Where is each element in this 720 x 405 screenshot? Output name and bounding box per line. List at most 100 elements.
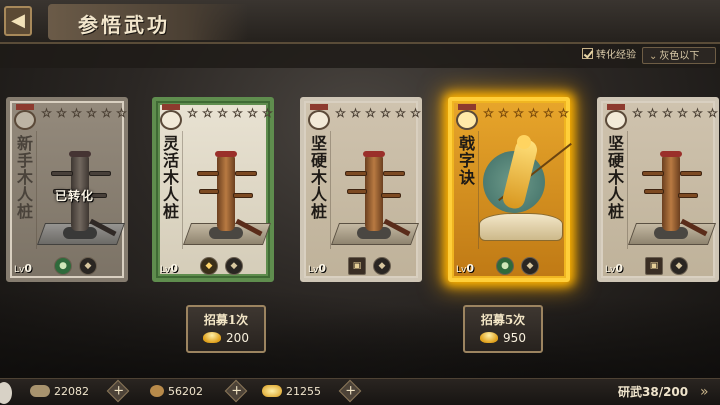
wooden-dummy-art: 已转化 [36,131,126,249]
star-icon: ☆ [247,106,258,120]
rank-badge-icon [456,104,478,130]
card-name: 戟字诀 [456,135,475,186]
rank-badge-icon [308,104,330,130]
level-value: 0 [466,262,474,275]
skill-card[interactable]: ☆ ☆ ☆ ☆ ☆ ☆ 坚硬木人桩 Lv0 ▣ ◆ [300,97,422,282]
card-icons: ◆ ◆ [200,257,243,275]
recruit-cost-value: 200 [226,331,249,345]
convert-exp-checkbox[interactable]: 转化经验 [582,47,636,64]
star-rating: ☆ ☆ ☆ ☆ ☆ ☆ [40,106,128,120]
scroll-icon [30,385,50,397]
star-icon: ☆ [692,106,703,120]
gold-ingot-icon [262,385,282,397]
level-prefix: Lv [160,265,171,275]
star-icon: ☆ [647,106,658,120]
skill-card[interactable]: ☆ ☆ ☆ ☆ ☆ ☆ 新手木人桩 已转化 Lv0 ● ◆ [6,97,128,282]
star-icon: ☆ [262,106,273,120]
recruit-cost-value: 950 [503,331,526,345]
star-icon: ☆ [101,106,112,120]
resource-ingot: 21255 [262,383,321,401]
star-rating: ☆ ☆ ☆ ☆ ☆ ☆ [334,106,422,120]
tile-icon: ▣ [348,257,366,275]
gold-ingot-icon [480,332,499,343]
star-icon: ☆ [335,106,346,120]
star-icon: ☆ [187,106,198,120]
spear-figure-art [478,131,572,249]
level-prefix: Lv [605,265,616,275]
level-label: Lv0 [160,262,178,275]
resource-value: 22082 [54,385,89,398]
gold-ingot-icon: ◆ [79,257,97,275]
checkbox-icon[interactable] [582,48,593,59]
card-icons: ▣ ◆ [645,257,688,275]
card-icons: ● ◆ [496,257,539,275]
plus-icon: + [230,383,242,399]
recruit-five-button[interactable]: 招募5次 950 [463,305,543,353]
level-value: 0 [170,262,178,275]
level-value: 0 [24,262,32,275]
rank-badge-icon [14,104,36,130]
gold-ingot-icon: ◆ [373,257,391,275]
star-icon: ☆ [116,106,127,120]
recruit-label: 招募1次 [203,313,249,327]
recruit-cost: 200 [188,331,264,345]
gold-ingot-icon: ◆ [200,257,218,275]
capacity-counter: 研武38/200 [618,385,689,399]
converted-label: 已转化 [55,189,95,203]
chevron-down-icon: ⌄ [649,51,658,62]
gold-ingot-icon: ◆ [521,257,539,275]
recruit-once-button[interactable]: 招募1次 200 [186,305,266,353]
star-icon: ☆ [202,106,213,120]
star-icon: ☆ [662,106,673,120]
green-circle-icon: ● [496,257,514,275]
quality-dropdown[interactable]: ⌄ 灰色以下 [642,47,716,64]
level-value: 0 [615,262,623,275]
level-prefix: Lv [456,265,467,275]
level-label: Lv0 [308,262,326,275]
tile-icon: ▣ [645,257,663,275]
resource-scroll: 22082 [30,383,89,401]
star-icon: ☆ [410,106,421,120]
resource-value: 21255 [286,385,321,398]
quality-value: 灰色以下 [659,51,700,62]
star-icon: ☆ [543,106,554,120]
card-icons: ▣ ◆ [348,257,391,275]
card-name: 坚硬木人桩 [308,135,327,220]
level-label: Lv0 [14,262,32,275]
rank-badge-icon [605,104,627,130]
level-label: Lv0 [456,262,474,275]
skill-card[interactable]: ☆ ☆ ☆ ☆ ☆ ☆ 灵活木人桩 Lv0 ◆ ◆ [152,97,274,282]
star-icon: ☆ [513,106,524,120]
star-icon: ☆ [380,106,391,120]
star-icon: ☆ [483,106,494,120]
star-icon: ☆ [498,106,509,120]
wooden-dummy-art [330,131,420,249]
star-icon: ☆ [41,106,52,120]
double-chevron-right-icon[interactable]: » [700,383,709,401]
gold-ingot-icon: ◆ [225,257,243,275]
card-icons: ● ◆ [54,257,97,275]
card-name: 坚硬木人桩 [605,135,624,220]
star-icon: ☆ [395,106,406,120]
star-rating: ☆ ☆ ☆ ☆ ☆ ☆ [186,106,274,120]
coin-icon [150,385,164,397]
recruit-cost: 950 [465,331,541,345]
star-icon: ☆ [677,106,688,120]
resource-coin: 56202 [150,383,203,401]
plus-icon: + [344,383,356,399]
star-icon: ☆ [707,106,718,120]
wooden-dummy-art [182,131,272,249]
star-icon: ☆ [365,106,376,120]
star-rating: ☆ ☆ ☆ ☆ ☆ ☆ [631,106,719,120]
star-rating: ☆ ☆ ☆ ☆ ☆ ☆ [482,106,570,120]
skill-card[interactable]: ☆ ☆ ☆ ☆ ☆ ☆ 坚硬木人桩 Lv0 ▣ ◆ [597,97,719,282]
skill-card[interactable]: ☆ ☆ ☆ ☆ ☆ ☆ 戟字诀 Lv0 ● ◆ [448,97,572,282]
gold-ingot-icon: ◆ [670,257,688,275]
star-icon: ☆ [56,106,67,120]
star-icon: ☆ [86,106,97,120]
wooden-dummy-art [627,131,717,249]
back-arrow-icon[interactable]: ◀ [4,6,32,36]
star-icon: ☆ [217,106,228,120]
star-icon: ☆ [558,106,569,120]
level-prefix: Lv [14,265,25,275]
